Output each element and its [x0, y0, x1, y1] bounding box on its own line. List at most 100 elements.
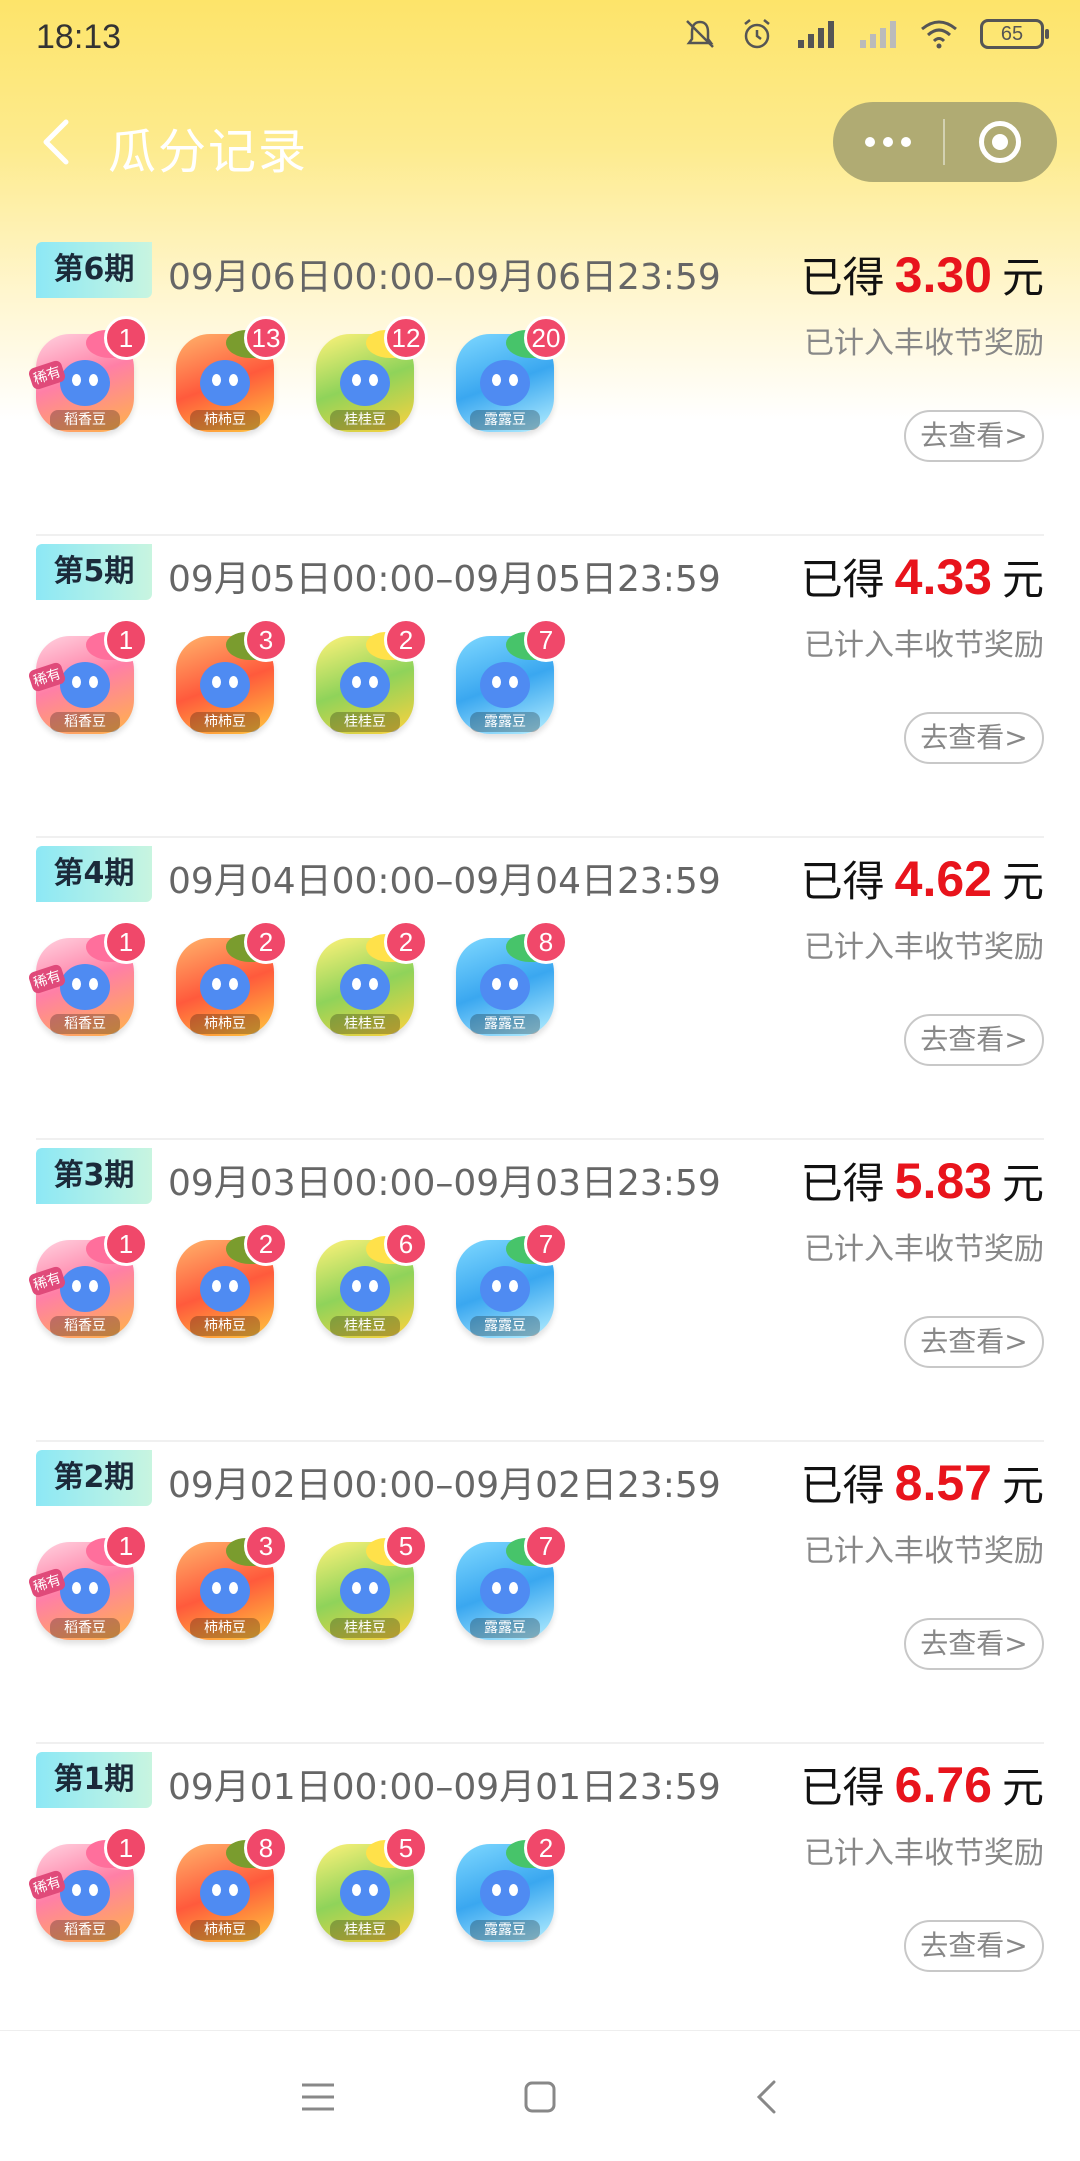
bean-face-icon	[200, 360, 250, 406]
bean-card: 稀有 稻香豆 1	[27, 618, 148, 742]
signal-icon	[798, 21, 834, 48]
wifi-icon	[921, 20, 957, 49]
back-arrow-icon[interactable]	[30, 114, 86, 170]
bean-count-badge: 7	[524, 1524, 568, 1568]
bean-face-icon	[60, 1870, 110, 1916]
menu-icon	[302, 2083, 334, 2111]
bean-count-badge: 1	[104, 1222, 148, 1266]
bean-card: 露露豆 7	[450, 618, 568, 742]
period-badge: 第1期	[36, 1752, 152, 1808]
view-detail-button[interactable]: 去查看>	[904, 1014, 1044, 1066]
earn-note: 已计入丰收节奖励	[804, 1232, 1044, 1267]
bean-face-icon	[480, 1870, 530, 1916]
period-badge: 第5期	[36, 544, 152, 600]
bean-list: 稀有 稻香豆 1 柿柿豆 13 桂桂豆 12 露露豆 20	[27, 316, 568, 440]
mini-program-capsule	[833, 102, 1057, 182]
earn-prefix: 已得	[800, 1461, 885, 1510]
bean-count-badge: 5	[384, 1524, 428, 1568]
earn-note: 已计入丰收节奖励	[804, 1836, 1044, 1871]
bean-name: 柿柿豆	[190, 1920, 260, 1940]
period-badge: 第2期	[36, 1450, 152, 1506]
bean-name: 露露豆	[470, 1014, 540, 1034]
bean-count-badge: 2	[384, 618, 428, 662]
bean-count-badge: 7	[524, 1222, 568, 1266]
earn-amount: 3.30	[894, 247, 992, 303]
bean-face-icon	[340, 1870, 390, 1916]
bean-face-icon	[200, 1266, 250, 1312]
record-row: 第5期 09月05日00:00–09月05日23:59 已得 4.33 元 已计…	[27, 536, 1044, 838]
bean-count-badge: 2	[244, 1222, 288, 1266]
earn-note: 已计入丰收节奖励	[804, 1534, 1044, 1569]
earn-unit: 元	[1001, 1159, 1044, 1208]
earn-unit: 元	[1001, 1461, 1044, 1510]
bean-card: 稀有 稻香豆 1	[27, 1826, 148, 1950]
bean-name: 柿柿豆	[190, 410, 260, 430]
earn-prefix: 已得	[800, 253, 885, 302]
view-detail-button[interactable]: 去查看>	[904, 1618, 1044, 1670]
bean-face-icon	[340, 964, 390, 1010]
bean-card: 柿柿豆 13	[170, 316, 288, 440]
system-nav-bar	[0, 2030, 1080, 2161]
bean-name: 稻香豆	[50, 1014, 120, 1034]
bean-face-icon	[200, 662, 250, 708]
bean-count-badge: 3	[244, 618, 288, 662]
bean-card: 桂桂豆 2	[310, 618, 428, 742]
bean-card: 柿柿豆 3	[170, 618, 288, 742]
earn-summary: 已得 4.62 元	[801, 848, 1044, 909]
more-button[interactable]	[833, 102, 943, 182]
bean-count-badge: 8	[524, 920, 568, 964]
bean-name: 桂桂豆	[330, 1316, 400, 1336]
bean-face-icon	[340, 360, 390, 406]
close-mini-program-button[interactable]	[945, 102, 1055, 182]
home-nav-button[interactable]	[510, 2071, 570, 2123]
bean-count-badge: 5	[384, 1826, 428, 1870]
menu-nav-button[interactable]	[288, 2071, 348, 2123]
bean-face-icon	[480, 1266, 530, 1312]
period-time-range: 09月02日00:00–09月02日23:59	[168, 1465, 721, 1506]
bean-name: 桂桂豆	[330, 1920, 400, 1940]
bean-list: 稀有 稻香豆 1 柿柿豆 3 桂桂豆 2 露露豆 7	[27, 618, 568, 742]
earn-amount: 4.33	[894, 549, 992, 605]
view-detail-button[interactable]: 去查看>	[904, 712, 1044, 764]
earn-unit: 元	[1001, 857, 1044, 906]
record-row: 第4期 09月04日00:00–09月04日23:59 已得 4.62 元 已计…	[27, 838, 1044, 1140]
bean-count-badge: 3	[244, 1524, 288, 1568]
bean-count-badge: 1	[104, 1826, 148, 1870]
bean-card: 柿柿豆 2	[170, 1222, 288, 1346]
bean-card: 露露豆 7	[450, 1222, 568, 1346]
bean-name: 桂桂豆	[330, 1618, 400, 1638]
back-nav-button[interactable]	[736, 2071, 796, 2123]
record-row: 第6期 09月06日00:00–09月06日23:59 已得 3.30 元 已计…	[27, 234, 1044, 536]
bean-card: 露露豆 2	[450, 1826, 568, 1950]
bean-name: 稻香豆	[50, 712, 120, 732]
bean-name: 柿柿豆	[190, 1618, 260, 1638]
earn-summary: 已得 5.83 元	[801, 1150, 1044, 1211]
bean-face-icon	[60, 964, 110, 1010]
earn-note: 已计入丰收节奖励	[804, 628, 1044, 663]
bean-count-badge: 2	[524, 1826, 568, 1870]
view-detail-button[interactable]: 去查看>	[904, 1316, 1044, 1368]
bean-list: 稀有 稻香豆 1 柿柿豆 2 桂桂豆 6 露露豆 7	[27, 1222, 568, 1346]
bean-name: 柿柿豆	[190, 1316, 260, 1336]
period-badge: 第3期	[36, 1148, 152, 1204]
bean-face-icon	[480, 1568, 530, 1614]
status-icons: 65	[682, 16, 1049, 52]
earn-summary: 已得 6.76 元	[801, 1754, 1044, 1815]
view-detail-button[interactable]: 去查看>	[904, 410, 1044, 462]
bean-count-badge: 20	[524, 316, 568, 360]
bean-name: 柿柿豆	[190, 712, 260, 732]
earn-summary: 已得 8.57 元	[801, 1452, 1044, 1513]
earn-amount: 5.83	[894, 1153, 992, 1209]
more-dot-icon	[901, 137, 911, 147]
earn-prefix: 已得	[800, 1763, 885, 1812]
bean-count-badge: 2	[244, 920, 288, 964]
earn-prefix: 已得	[800, 1159, 885, 1208]
bean-card: 桂桂豆 6	[310, 1222, 428, 1346]
bean-name: 柿柿豆	[190, 1014, 260, 1034]
earn-note: 已计入丰收节奖励	[804, 930, 1044, 965]
bean-card: 稀有 稻香豆 1	[27, 316, 148, 440]
view-detail-button[interactable]: 去查看>	[904, 1920, 1044, 1972]
bean-face-icon	[480, 662, 530, 708]
bean-count-badge: 2	[384, 920, 428, 964]
bean-face-icon	[340, 1266, 390, 1312]
